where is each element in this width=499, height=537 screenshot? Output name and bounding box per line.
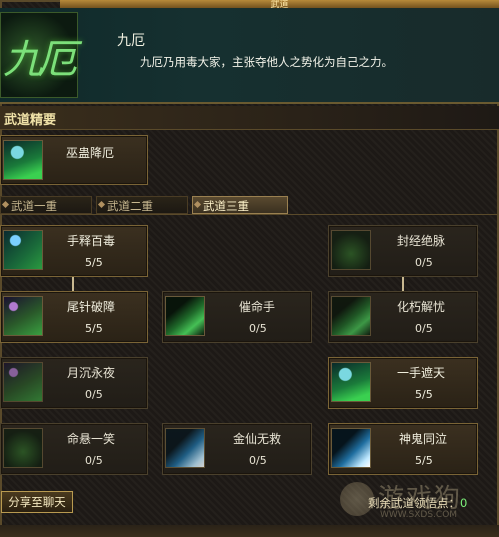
- class-header: 九厄 九厄 九厄乃用毒大家，主张夺他人之势化为自己之力。: [0, 8, 499, 104]
- swirl-leaf-icon: [3, 140, 43, 180]
- skill-count: 5/5: [415, 454, 433, 467]
- main-skill-label: 巫蛊降厄: [66, 146, 115, 160]
- section-title-text: 武道精要: [4, 113, 57, 128]
- watermark-url: WWW.SXDS.COM: [380, 510, 458, 520]
- skill-card-shengui-tongqi[interactable]: 神鬼同泣 5/5: [328, 423, 478, 475]
- main-skill-card[interactable]: 巫蛊降厄: [0, 135, 148, 185]
- remaining-points: 剩余武道领悟点：0: [368, 495, 467, 511]
- skill-label: 神鬼同泣: [399, 432, 448, 446]
- tab-tier-3[interactable]: 武道三重: [192, 196, 288, 214]
- skill-label: 催命手: [239, 300, 276, 314]
- skill-label: 化朽解忧: [397, 300, 446, 314]
- skill-label: 手释百毒: [67, 234, 116, 248]
- skill-card-cuiming-shou[interactable]: 催命手 0/5: [162, 291, 312, 343]
- skill-label: 尾针破障: [67, 300, 116, 314]
- skill-card-jinxian-wujiu[interactable]: 金仙无救 0/5: [162, 423, 312, 475]
- tab-tier-2[interactable]: 武道二重: [96, 196, 188, 214]
- share-to-chat-button[interactable]: 分享至聊天: [1, 491, 73, 513]
- class-name: 九厄: [117, 33, 145, 49]
- blue-sigil-icon: [331, 428, 371, 468]
- tab-tier-1[interactable]: 武道一重: [0, 196, 92, 214]
- blade-icon: [165, 296, 205, 336]
- swirl-leaf-icon: [331, 362, 371, 402]
- diamond-icon: [97, 200, 106, 209]
- skill-count: 0/5: [415, 256, 433, 269]
- remaining-points-label: 剩余武道领悟点：: [368, 496, 460, 510]
- diamond-icon: [193, 200, 202, 209]
- skill-card-huaxiu-jieyou[interactable]: 化朽解忧 0/5: [328, 291, 478, 343]
- skill-card-shoushi-baidu[interactable]: 手释百毒 5/5: [0, 225, 148, 277]
- swirl-icon: [3, 230, 43, 270]
- skill-label: 月沉永夜: [67, 366, 116, 380]
- class-emblem-glyph: 九厄: [3, 37, 77, 83]
- purple-dark-icon: [3, 362, 43, 402]
- class-emblem-icon: 九厄: [0, 12, 78, 98]
- skill-count: 5/5: [415, 388, 433, 401]
- diamond-icon: [1, 200, 10, 209]
- skill-label: 命悬一笑: [67, 432, 116, 446]
- skill-card-mingxuan-yixiao[interactable]: 命悬一笑 0/5: [0, 423, 148, 475]
- bottom-bar: [0, 525, 499, 537]
- skill-count: 0/5: [249, 454, 267, 467]
- skill-card-fengjing-juemai[interactable]: 封经绝脉 0/5: [328, 225, 478, 277]
- skill-count: 0/5: [85, 388, 103, 401]
- skill-count: 0/5: [415, 322, 433, 335]
- skill-card-yishou-zhetian[interactable]: 一手遮天 5/5: [328, 357, 478, 409]
- skill-connector: [402, 276, 404, 292]
- skill-count: 0/5: [249, 322, 267, 335]
- skill-count: 0/5: [85, 454, 103, 467]
- section-title: 武道精要: [0, 106, 499, 130]
- skill-card-yuechen-yongye[interactable]: 月沉永夜 0/5: [0, 357, 148, 409]
- skill-card-weizhen-pozhang[interactable]: 尾针破障 5/5: [0, 291, 148, 343]
- dark-blade-icon: [331, 296, 371, 336]
- tier-tabs: 武道一重 武道二重 武道三重: [0, 195, 499, 215]
- skill-label: 一手遮天: [397, 366, 446, 380]
- purple-swirl-icon: [3, 296, 43, 336]
- skill-connector: [72, 276, 74, 292]
- skill-count: 5/5: [85, 256, 103, 269]
- dark-beast-icon: [331, 230, 371, 270]
- skill-count: 5/5: [85, 322, 103, 335]
- remaining-points-value: 0: [460, 496, 468, 510]
- blue-sigil-icon: [165, 428, 205, 468]
- class-description: 九厄乃用毒大家，主张夺他人之势化为自己之力。: [140, 55, 393, 69]
- skill-label: 封经绝脉: [397, 234, 446, 248]
- dark-sigil-icon: [3, 428, 43, 468]
- skill-label: 金仙无救: [233, 432, 282, 446]
